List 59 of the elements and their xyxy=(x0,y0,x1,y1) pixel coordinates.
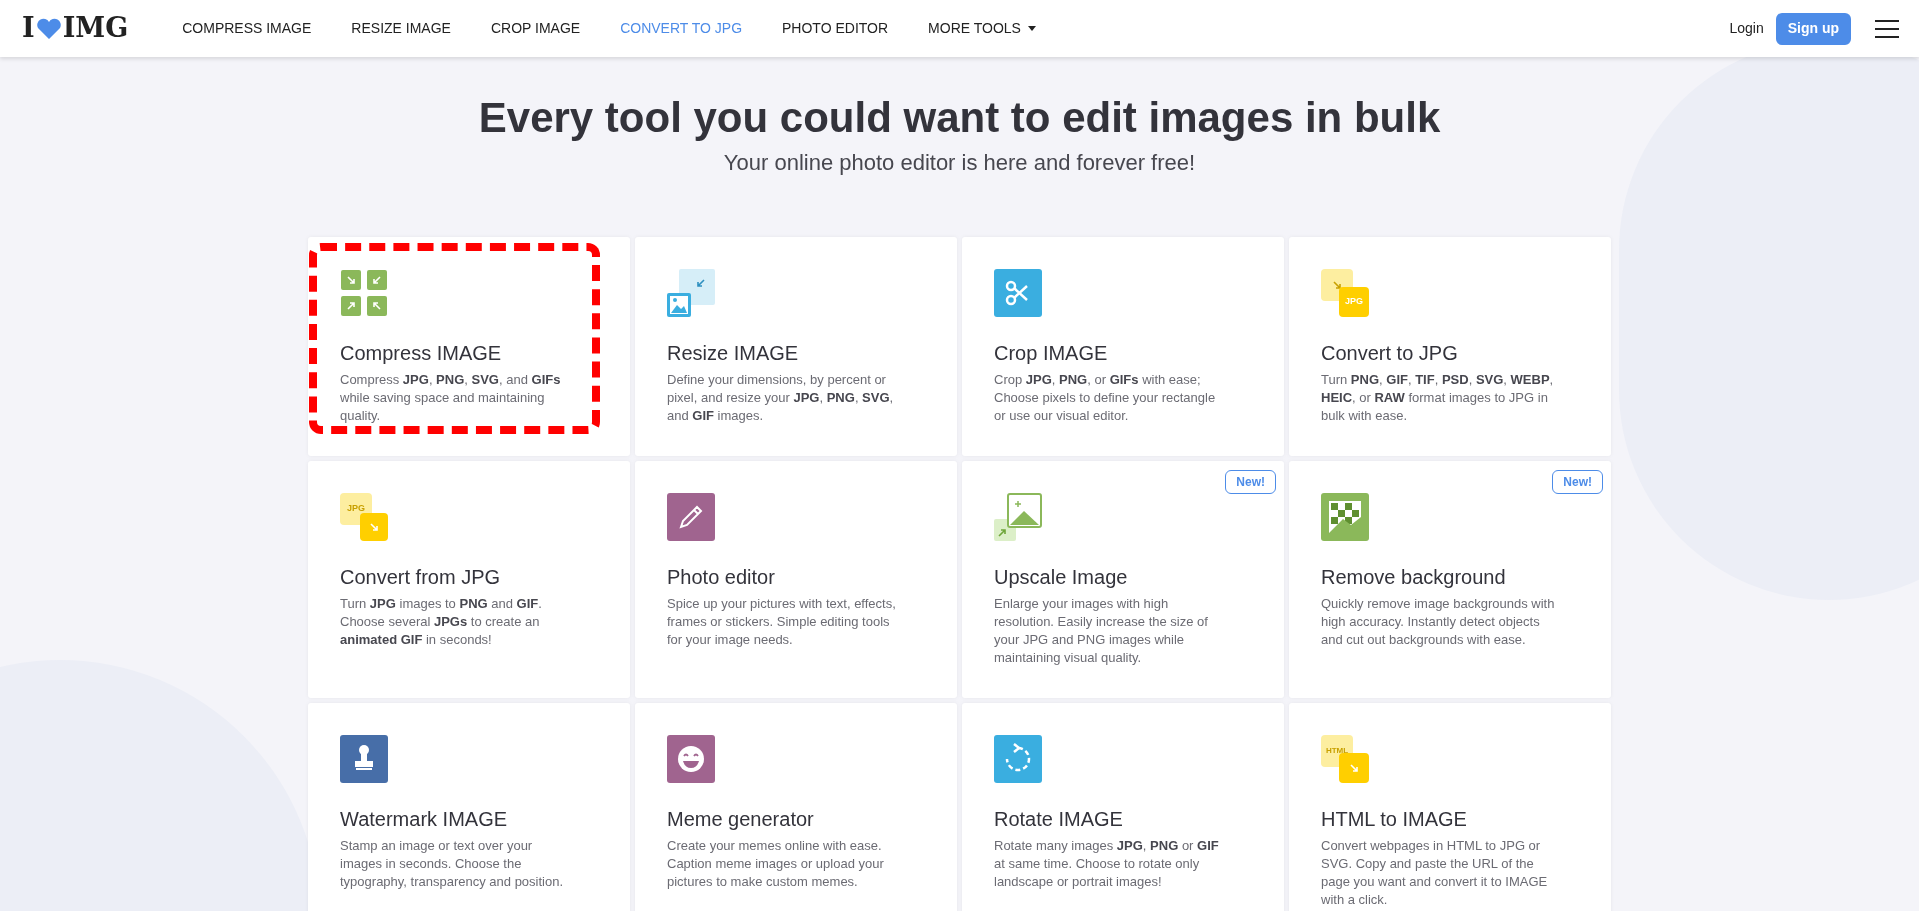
logo[interactable]: I IMG xyxy=(22,8,129,49)
tool-description: Define your dimensions, by percent or pixel, and resize your JPG, PNG, SVG, and GIF images. xyxy=(667,371,895,425)
page-subtitle: Your online photo editor is here and forever free! xyxy=(723,149,1196,177)
tool-description: Rotate many images JPG, PNG or GIF at same time. Choose to rotate only landscape or portrait images! xyxy=(994,837,1220,891)
heart-icon xyxy=(35,17,62,40)
tool-description: Create your memes online with ease. Caption meme images or upload your pictures to make custom memes. xyxy=(667,837,885,891)
resize-image-icon xyxy=(667,269,715,317)
menu-icon[interactable] xyxy=(1875,18,1899,39)
nav-link[interactable]: COMPRESS IMAGE xyxy=(162,18,332,39)
tool-card[interactable]: Photo editor Spice up your pictures with text, effects, frames or stickers. Simple editing tools for your image needs. xyxy=(635,461,957,698)
nav-link[interactable]: MORE TOOLS xyxy=(908,18,1056,39)
tool-card[interactable]: Watermark IMAGE Stamp an image or text over your images in seconds. Choose the typography, transparency and position. xyxy=(308,703,630,911)
remove-background-icon xyxy=(1321,493,1369,541)
tool-title: Meme generator xyxy=(667,807,815,832)
tool-card[interactable]: HTML HTML to IMAGE Convert webpages in HTML to JPG or SVG. Copy and paste the URL of the page you want and convert it to IMAGE with a click. xyxy=(1289,703,1611,911)
tool-card[interactable]: Compress IMAGE Compress JPG, PNG, SVG, and GIFs while saving space and maintaining quality. xyxy=(308,237,630,456)
tool-description: Quickly remove image backgrounds with high accuracy. Instantly detect objects and cut out backgrounds with ease. xyxy=(1321,595,1556,649)
tool-description: Compress JPG, PNG, SVG, and GIFs while saving space and maintaining quality. xyxy=(340,371,562,425)
tool-card[interactable]: JPG Convert to JPG Turn PNG, GIF, TIF, PSD, SVG, WEBP, HEIC, or RAW format images to JPG in bulk with ease. xyxy=(1289,237,1611,456)
pencil-icon xyxy=(667,493,715,541)
tool-title: Remove background xyxy=(1321,565,1507,590)
tool-title: Convert from JPG xyxy=(340,565,502,590)
tool-card[interactable]: Rotate IMAGE Rotate many images JPG, PNG or GIF at same time. Choose to rotate only landscape or portrait images! xyxy=(962,703,1284,911)
laughing-face-icon xyxy=(667,735,715,783)
new-badge: New! xyxy=(1225,470,1276,494)
tool-title: Convert to JPG xyxy=(1321,341,1459,366)
tool-description: Turn PNG, GIF, TIF, PSD, SVG, WEBP, HEIC, or RAW format images to JPG in bulk with ease. xyxy=(1321,371,1555,425)
tool-title: Crop IMAGE xyxy=(994,341,1109,366)
tool-title: Compress IMAGE xyxy=(340,341,503,366)
tool-title: Rotate IMAGE xyxy=(994,807,1124,832)
tool-title: HTML to IMAGE xyxy=(1321,807,1468,832)
tool-card[interactable]: New! Upscale Image Enlarge your images with high resolution. Easily increase the size of your JPG and PNG images while maintaining visual quality. xyxy=(962,461,1284,698)
compress-arrows-icon xyxy=(340,269,388,317)
caret-icon xyxy=(1027,26,1036,31)
stamp-icon xyxy=(340,735,388,783)
rotate-icon xyxy=(994,735,1042,783)
tool-description: Convert webpages in HTML to JPG or SVG. Copy and paste the URL of the page you want and convert it to IMAGE with a click. xyxy=(1321,837,1549,909)
nav-link[interactable]: RESIZE IMAGE xyxy=(331,18,471,39)
tool-description: Spice up your pictures with text, effects, frames or stickers. Simple editing tools for your image needs. xyxy=(667,595,897,649)
tool-title: Watermark IMAGE xyxy=(340,807,509,832)
tool-description: Crop JPG, PNG, or GIFs with ease; Choose pixels to define your rectangle or use our visual editor. xyxy=(994,371,1217,425)
tool-card[interactable]: Meme generator Create your memes online with ease. Caption meme images or upload your pictures to make custom memes. xyxy=(635,703,957,911)
tool-card[interactable]: New! Remove background Quickly remove image backgrounds with high accuracy. Instantly detect objects and cut out backgrounds with ease. xyxy=(1289,461,1611,698)
nav-link[interactable]: PHOTO EDITOR xyxy=(762,18,909,39)
tool-description: Stamp an image or text over your images in seconds. Choose the typography, transparency and position. xyxy=(340,837,565,891)
tool-title: Resize IMAGE xyxy=(667,341,800,366)
login-link[interactable]: Login xyxy=(1729,18,1764,39)
upscale-image-icon xyxy=(994,493,1042,541)
tool-card[interactable]: Crop IMAGE Crop JPG, PNG, or GIFs with ease; Choose pixels to define your rectangle or use our visual editor. xyxy=(962,237,1284,456)
page-title: Every tool you could want to edit images in bulk xyxy=(478,93,1441,143)
tool-title: Photo editor xyxy=(667,565,776,590)
tool-description: Enlarge your images with high resolution. Easily increase the size of your JPG and PNG images while maintaining visual quality. xyxy=(994,595,1209,667)
nav-link[interactable]: CROP IMAGE xyxy=(470,18,601,39)
new-badge: New! xyxy=(1552,470,1603,494)
scissors-icon xyxy=(994,269,1042,317)
tool-card[interactable]: Resize IMAGE Define your dimensions, by percent or pixel, and resize your JPG, PNG, SVG, and GIF images. xyxy=(635,237,957,456)
tool-title: Upscale Image xyxy=(994,565,1129,590)
tool-description: Turn JPG images to PNG and GIF. Choose several JPGs to create an animated GIF in seconds! xyxy=(340,595,543,649)
tool-card[interactable]: JPG Convert from JPG Turn JPG images to PNG and GIF. Choose several JPGs to create an animated GIF in seconds! xyxy=(308,461,630,698)
